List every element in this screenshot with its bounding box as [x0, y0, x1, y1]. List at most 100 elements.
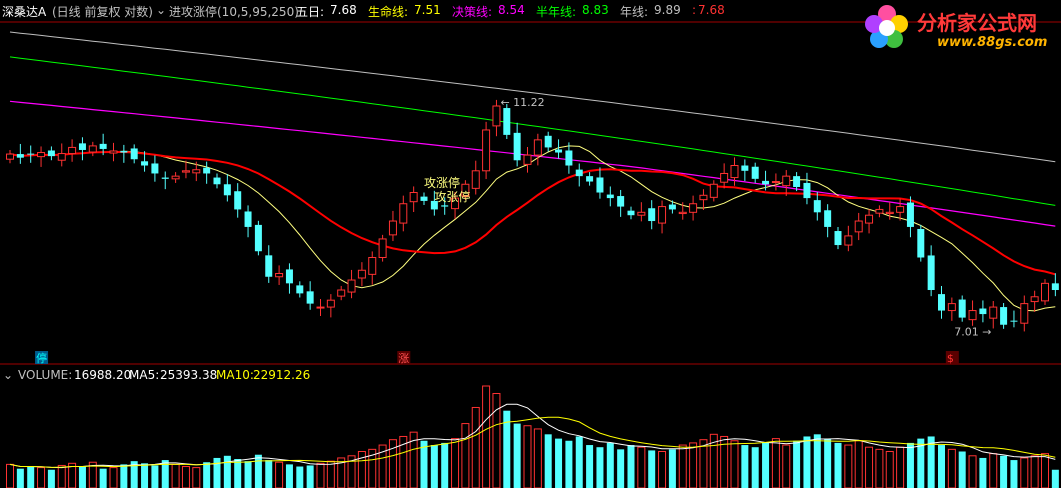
candle [906, 196, 914, 238]
volume-bar [461, 423, 470, 488]
candle [57, 143, 66, 167]
candle [234, 183, 242, 218]
candle [347, 269, 356, 299]
candle-body [151, 163, 159, 174]
candle-body [844, 235, 853, 246]
logo-url: www.88gs.com [937, 35, 1048, 50]
chevron-down-icon[interactable]: ⌄ [156, 3, 166, 17]
candle-body [533, 139, 542, 156]
volume-bar [875, 448, 884, 488]
legend-value-2: 8.54 [498, 3, 525, 17]
half-year-line [9, 56, 1056, 206]
candle-body [47, 150, 55, 157]
volume-bar [285, 464, 293, 488]
candle-body [192, 169, 201, 174]
candle [357, 262, 366, 287]
candle [523, 146, 532, 173]
volume-bar [471, 406, 480, 488]
candle [762, 170, 770, 191]
candle [968, 300, 977, 326]
candle [834, 226, 842, 250]
candle-body [596, 177, 604, 193]
ma5-label: MA5: [129, 368, 160, 382]
volume-bar [1000, 455, 1008, 488]
volume-bar [575, 436, 583, 488]
volume-bar [223, 455, 231, 488]
candle [699, 189, 708, 210]
volume-bar [316, 462, 325, 488]
volume-bar [771, 438, 780, 488]
candle-body [938, 294, 945, 311]
candle-body [409, 192, 418, 203]
volume-bar [896, 446, 905, 488]
candle [399, 195, 408, 232]
candle-body [99, 143, 107, 149]
candle-body [27, 153, 35, 155]
chevron-down-icon[interactable]: ⌄ [3, 368, 13, 382]
candle [181, 160, 190, 179]
volume-bar [979, 457, 987, 488]
volume-bar [751, 447, 759, 488]
candle-body [141, 161, 149, 166]
candle [782, 170, 791, 196]
candle [730, 157, 739, 186]
candle-body [1010, 320, 1018, 322]
candle-body [203, 167, 211, 174]
volume-bar [120, 464, 128, 488]
volume-bar [47, 469, 55, 488]
candle [709, 180, 718, 202]
volume-bar [606, 442, 614, 488]
candle [203, 161, 211, 184]
candle-body [223, 184, 231, 196]
candle-body [762, 180, 770, 185]
candle-body [751, 166, 759, 179]
candle-body [947, 303, 956, 312]
min-price-label: 7.01 → [954, 325, 991, 338]
candle-body [771, 181, 780, 184]
candle [875, 205, 884, 218]
candle [658, 200, 667, 234]
candle [958, 295, 966, 322]
candle-body [824, 210, 832, 227]
volume-bar [803, 436, 811, 488]
candle-body [171, 175, 180, 180]
volume-bar [658, 450, 667, 488]
candle-body [275, 272, 284, 278]
candle [244, 205, 252, 238]
candle-body [1041, 282, 1049, 302]
candle [596, 167, 604, 199]
candle-body [989, 306, 998, 319]
volume-bar [824, 438, 832, 488]
candle-body [793, 176, 801, 188]
period-label: (日线 前复权 对数) [52, 5, 153, 19]
volume-bar [441, 442, 449, 488]
candle [927, 245, 935, 297]
volume-bar [181, 466, 190, 488]
candle [803, 172, 811, 205]
indicator-name[interactable]: 进攻涨停(10,5,95,250) [169, 3, 299, 20]
candle-body [399, 203, 408, 224]
volume-bar [565, 440, 573, 488]
candle-body [16, 154, 24, 158]
candle-body [347, 279, 356, 293]
volume-bar [533, 428, 542, 488]
candle-body [803, 182, 811, 199]
legend-value-5: 7.68 [698, 3, 725, 17]
candle-body [741, 165, 749, 171]
legend-label-1: 生命线: [368, 5, 409, 19]
volume-bar [1041, 453, 1049, 488]
candle-body [885, 211, 894, 215]
candle [771, 173, 780, 191]
candle [1010, 310, 1018, 328]
candle-body [337, 289, 346, 297]
candle-body [689, 203, 698, 213]
candle-body [492, 105, 501, 127]
candle [617, 189, 625, 217]
candle [1020, 295, 1029, 332]
candle [989, 300, 998, 329]
volume-bar [865, 446, 874, 488]
volume-bar [689, 442, 698, 488]
stock-name[interactable]: 深桑达A [2, 3, 46, 20]
candle [824, 204, 832, 238]
candle-body [37, 152, 46, 158]
